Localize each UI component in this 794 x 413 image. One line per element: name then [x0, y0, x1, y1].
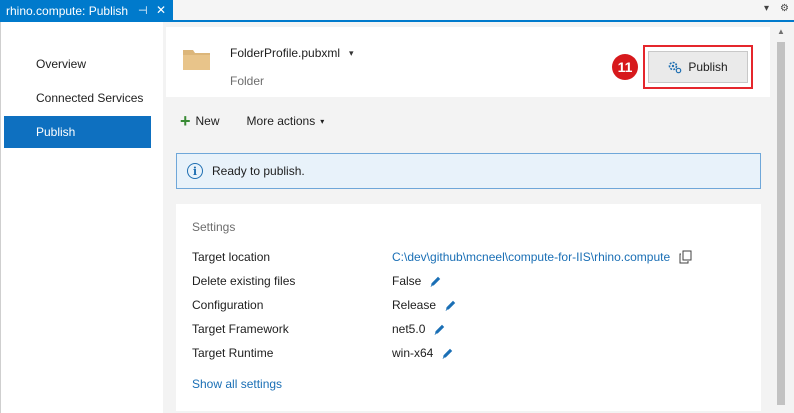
- left-nav: Overview Connected Services Publish: [0, 22, 163, 413]
- chevron-down-icon: ▾: [320, 116, 325, 126]
- chevron-down-icon[interactable]: ▾: [349, 48, 354, 59]
- setting-label: Target Framework: [192, 322, 289, 336]
- settings-row-target-framework: Target Framework net5.0: [192, 322, 752, 338]
- document-tab-bar: rhino.compute: Publish ⊣ ✕ ▾ ⚙: [0, 0, 794, 22]
- close-icon[interactable]: ✕: [156, 3, 166, 17]
- settings-row-target-runtime: Target Runtime win-x64: [192, 346, 752, 362]
- pin-icon[interactable]: ⊣: [138, 4, 148, 17]
- edit-pencil-icon[interactable]: [441, 347, 454, 360]
- scroll-up-arrow-icon[interactable]: ▲: [777, 27, 785, 36]
- new-button[interactable]: + New: [180, 111, 220, 131]
- more-actions-label: More actions: [246, 114, 316, 128]
- setting-value-container: win-x64: [392, 346, 454, 360]
- profile-selector[interactable]: FolderProfile.pubxml: [230, 46, 340, 60]
- nav-item-label: Publish: [36, 125, 76, 139]
- tab-title: rhino.compute: Publish: [6, 4, 129, 18]
- setting-label: Delete existing files: [192, 274, 296, 288]
- folder-icon: [183, 50, 210, 70]
- settings-row-target-location: Target location C:\dev\github\mcneel\com…: [192, 250, 752, 266]
- setting-value-container: Release: [392, 298, 457, 312]
- nav-item-connected-services[interactable]: Connected Services: [4, 82, 151, 114]
- settings-row-delete-existing-files: Delete existing files False: [192, 274, 752, 290]
- settings-row-configuration: Configuration Release: [192, 298, 752, 314]
- publish-button[interactable]: Publish: [648, 51, 748, 83]
- setting-value: net5.0: [392, 322, 426, 336]
- nav-item-publish[interactable]: Publish: [4, 116, 151, 148]
- edit-pencil-icon[interactable]: [429, 275, 442, 288]
- show-all-settings-link[interactable]: Show all settings: [192, 377, 282, 391]
- info-icon: i: [187, 163, 203, 179]
- setting-value-container: net5.0: [392, 322, 446, 336]
- settings-icon[interactable]: ⚙: [780, 3, 789, 14]
- publish-gear-icon: [669, 61, 682, 74]
- copy-icon[interactable]: [679, 250, 692, 264]
- step-number-badge: 11: [612, 54, 638, 80]
- status-info-bar: i Ready to publish.: [176, 153, 761, 189]
- setting-value: Release: [392, 298, 437, 312]
- publish-button-label: Publish: [688, 60, 728, 74]
- plus-icon: +: [180, 111, 191, 131]
- edit-pencil-icon[interactable]: [433, 323, 446, 336]
- edit-pencil-icon[interactable]: [444, 299, 457, 312]
- tab-list-dropdown-icon[interactable]: ▾: [764, 3, 769, 14]
- tab-rhino-compute-publish[interactable]: rhino.compute: Publish ⊣ ✕: [0, 0, 173, 22]
- target-location-link[interactable]: C:\dev\github\mcneel\compute-for-IIS\rhi…: [392, 250, 692, 264]
- nav-item-overview[interactable]: Overview: [4, 48, 151, 80]
- setting-value[interactable]: C:\dev\github\mcneel\compute-for-IIS\rhi…: [392, 250, 670, 264]
- setting-label: Target location: [192, 250, 271, 264]
- new-button-label: New: [195, 114, 220, 128]
- status-message: Ready to publish.: [212, 164, 305, 178]
- main-panel: FolderProfile.pubxml ▾ Folder 11 Publish…: [163, 22, 771, 413]
- nav-item-label: Overview: [36, 57, 87, 71]
- scrollbar-thumb[interactable]: [777, 42, 785, 405]
- settings-card: Settings Target location C:\dev\github\m…: [176, 204, 761, 411]
- vertical-scrollbar[interactable]: ▲: [771, 22, 794, 413]
- nav-item-label: Connected Services: [36, 91, 144, 105]
- settings-title: Settings: [192, 220, 236, 234]
- setting-value-container: False: [392, 274, 442, 288]
- setting-value: False: [392, 274, 422, 288]
- more-actions-button[interactable]: More actions ▾: [247, 114, 325, 128]
- setting-label: Target Runtime: [192, 346, 274, 360]
- profile-card: FolderProfile.pubxml ▾ Folder 11 Publish: [166, 27, 770, 97]
- setting-value: win-x64: [392, 346, 434, 360]
- setting-label: Configuration: [192, 298, 264, 312]
- profile-type: Folder: [230, 74, 265, 88]
- action-bar: + New More actions ▾: [180, 112, 324, 130]
